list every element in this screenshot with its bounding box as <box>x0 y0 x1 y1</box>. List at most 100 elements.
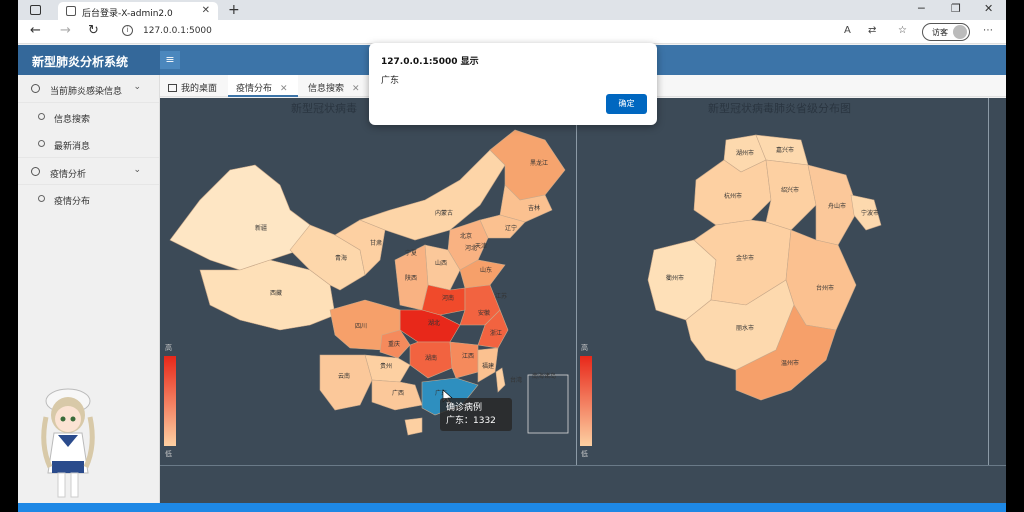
guest-profile-button[interactable]: 访客 <box>922 23 970 41</box>
chart-bottom-area <box>160 465 1006 505</box>
region-label: 青海 <box>335 254 347 262</box>
sidebar-item-distribution[interactable]: 疫情分布 <box>18 185 159 212</box>
zj-city-shaoxing[interactable] <box>765 159 817 231</box>
region-label: 北京 <box>460 232 472 240</box>
sidebar-group-label: 当前肺炎感染信息 <box>50 87 123 97</box>
page-favicon-icon <box>66 6 76 16</box>
map-region-jiangxi[interactable] <box>449 341 479 379</box>
browser-tab[interactable]: 后台登录-X-admin2.0 ✕ <box>58 2 218 20</box>
screen: 后台登录-X-admin2.0 ✕ + ─ ❐ ✕ ← → ↻ i 127.0.… <box>18 0 1006 512</box>
city-label: 舟山市 <box>828 202 846 210</box>
browser-navbar: ← → ↻ i 127.0.0.1:5000 A ⇄ ☆ 访客 ⋯ <box>18 20 1006 44</box>
map-region-taiwan[interactable] <box>495 367 506 393</box>
city-label: 绍兴市 <box>781 186 799 194</box>
region-label: 台湾 <box>510 376 522 384</box>
region-label: 福建 <box>482 362 494 370</box>
city-label: 衢州市 <box>666 274 684 282</box>
tab-label: 信息搜索 <box>308 84 345 94</box>
city-label: 湖州市 <box>736 149 754 157</box>
app-brand: 新型肺炎分析系统 <box>18 45 160 75</box>
region-label: 湖南 <box>425 354 437 362</box>
dialog-ok-button[interactable]: 确定 <box>606 94 647 114</box>
tooltip-title: 确诊病例 <box>446 403 483 413</box>
china-legend-high: 高 <box>165 344 172 352</box>
forward-icon[interactable]: → <box>60 23 71 38</box>
user-icon <box>31 167 40 176</box>
region-label: 贵州 <box>380 362 392 370</box>
tooltip-value: 广东：1332 <box>446 416 496 426</box>
map-region-xinjiang[interactable] <box>169 164 311 271</box>
translate-icon[interactable]: ⇄ <box>868 25 876 36</box>
sidebar-group-current-info[interactable]: 当前肺炎感染信息 ⌄ <box>18 75 159 103</box>
sidebar-item-label: 最新消息 <box>54 142 91 152</box>
chevron-down-icon: ⌄ <box>133 82 141 92</box>
region-label: 西藏 <box>270 289 282 297</box>
read-aloud-icon[interactable]: A <box>844 25 851 36</box>
user-icon <box>31 84 40 93</box>
china-legend-low: 低 <box>165 450 172 458</box>
city-label: 丽水市 <box>736 324 754 332</box>
map-region-hainan[interactable] <box>404 417 423 436</box>
region-label: 吉林 <box>528 204 540 212</box>
tab-label: 疫情分布 <box>236 84 273 94</box>
close-tab-icon[interactable]: ✕ <box>202 5 210 16</box>
sidebar: 当前肺炎感染信息 ⌄ 信息搜索 最新消息 疫情分析 ⌄ 疫情分布 <box>18 75 160 512</box>
zhejiang-legend-low: 低 <box>581 450 588 458</box>
sidebar-item-info-search[interactable]: 信息搜索 <box>18 103 159 130</box>
sidebar-item-label: 疫情分布 <box>54 197 91 207</box>
menu-toggle-icon[interactable]: ≡ <box>160 51 180 69</box>
tab-info-search[interactable]: 信息搜索 ✕ <box>300 75 370 97</box>
sidebar-item-latest-news[interactable]: 最新消息 <box>18 130 159 157</box>
tab-desktop[interactable]: 我的桌面 <box>160 75 228 97</box>
region-label: 云南 <box>338 372 350 380</box>
region-label: 甘肃 <box>370 239 382 247</box>
new-tab-icon[interactable]: + <box>228 2 240 18</box>
region-label: 辽宁 <box>505 224 517 232</box>
region-label: 陕西 <box>405 274 417 282</box>
zhejiang-map[interactable]: 湖州市 嘉兴市杭州市 绍兴市舟山市宁波市衢州市 金华市台州市丽水市温州市 <box>576 110 988 450</box>
region-label: 内蒙古 <box>435 209 453 217</box>
region-label: 南海诸岛 <box>532 372 556 380</box>
region-label: 河南 <box>442 294 454 302</box>
city-label: 宁波市 <box>861 209 879 217</box>
city-label: 嘉兴市 <box>776 146 794 154</box>
region-label: 江西 <box>462 353 474 360</box>
item-icon <box>38 195 45 202</box>
sidebar-group-label: 疫情分析 <box>50 170 87 180</box>
close-tab-icon[interactable]: ✕ <box>280 84 288 94</box>
map-region-yunnan[interactable] <box>319 354 373 411</box>
close-tab-icon[interactable]: ✕ <box>352 84 360 94</box>
favorites-icon[interactable]: ☆ <box>898 25 907 36</box>
tab-actions-icon[interactable] <box>30 5 41 15</box>
reload-icon[interactable]: ↻ <box>88 23 99 38</box>
zhejiang-legend-high: 高 <box>581 344 588 352</box>
address-bar[interactable]: 127.0.0.1:5000 <box>143 26 212 36</box>
tab-label: 我的桌面 <box>181 84 218 94</box>
browser-tabstrip: 后台登录-X-admin2.0 ✕ + ─ ❐ ✕ <box>18 0 1006 20</box>
region-label: 宁夏 <box>405 249 417 257</box>
letterbox-right <box>1006 0 1024 512</box>
site-info-icon[interactable]: i <box>122 25 133 36</box>
region-label: 新疆 <box>255 224 267 232</box>
more-icon[interactable]: ⋯ <box>983 25 993 36</box>
back-icon[interactable]: ← <box>30 23 41 38</box>
region-label: 安徽 <box>478 309 490 317</box>
region-label: 河北 <box>465 244 477 252</box>
mascot-image <box>41 388 95 498</box>
sidebar-group-epidemic-analysis[interactable]: 疫情分析 ⌄ <box>18 157 159 185</box>
region-label: 重庆 <box>388 340 400 348</box>
tab-distribution[interactable]: 疫情分布 ✕ <box>228 75 298 97</box>
minimize-icon[interactable]: ─ <box>918 2 925 15</box>
city-label: 杭州市 <box>724 192 742 200</box>
dialog-message: 广东 <box>381 76 400 86</box>
china-legend-bar <box>164 356 176 446</box>
chart-frame-right <box>988 98 989 465</box>
item-icon <box>38 113 45 120</box>
map-tooltip: 确诊病例 广东：1332 <box>440 398 512 431</box>
window-close-icon[interactable]: ✕ <box>984 2 993 15</box>
region-label: 广西 <box>392 389 404 397</box>
china-map[interactable]: 新疆西藏青海甘肃宁夏内蒙古黑龙江吉林辽宁北京天津河北山西陕西四川重庆云南贵州广西… <box>160 110 576 450</box>
restore-icon[interactable]: ❐ <box>951 2 961 15</box>
dialog-title: 127.0.0.1:5000 显示 <box>381 57 479 67</box>
home-icon <box>168 84 177 92</box>
